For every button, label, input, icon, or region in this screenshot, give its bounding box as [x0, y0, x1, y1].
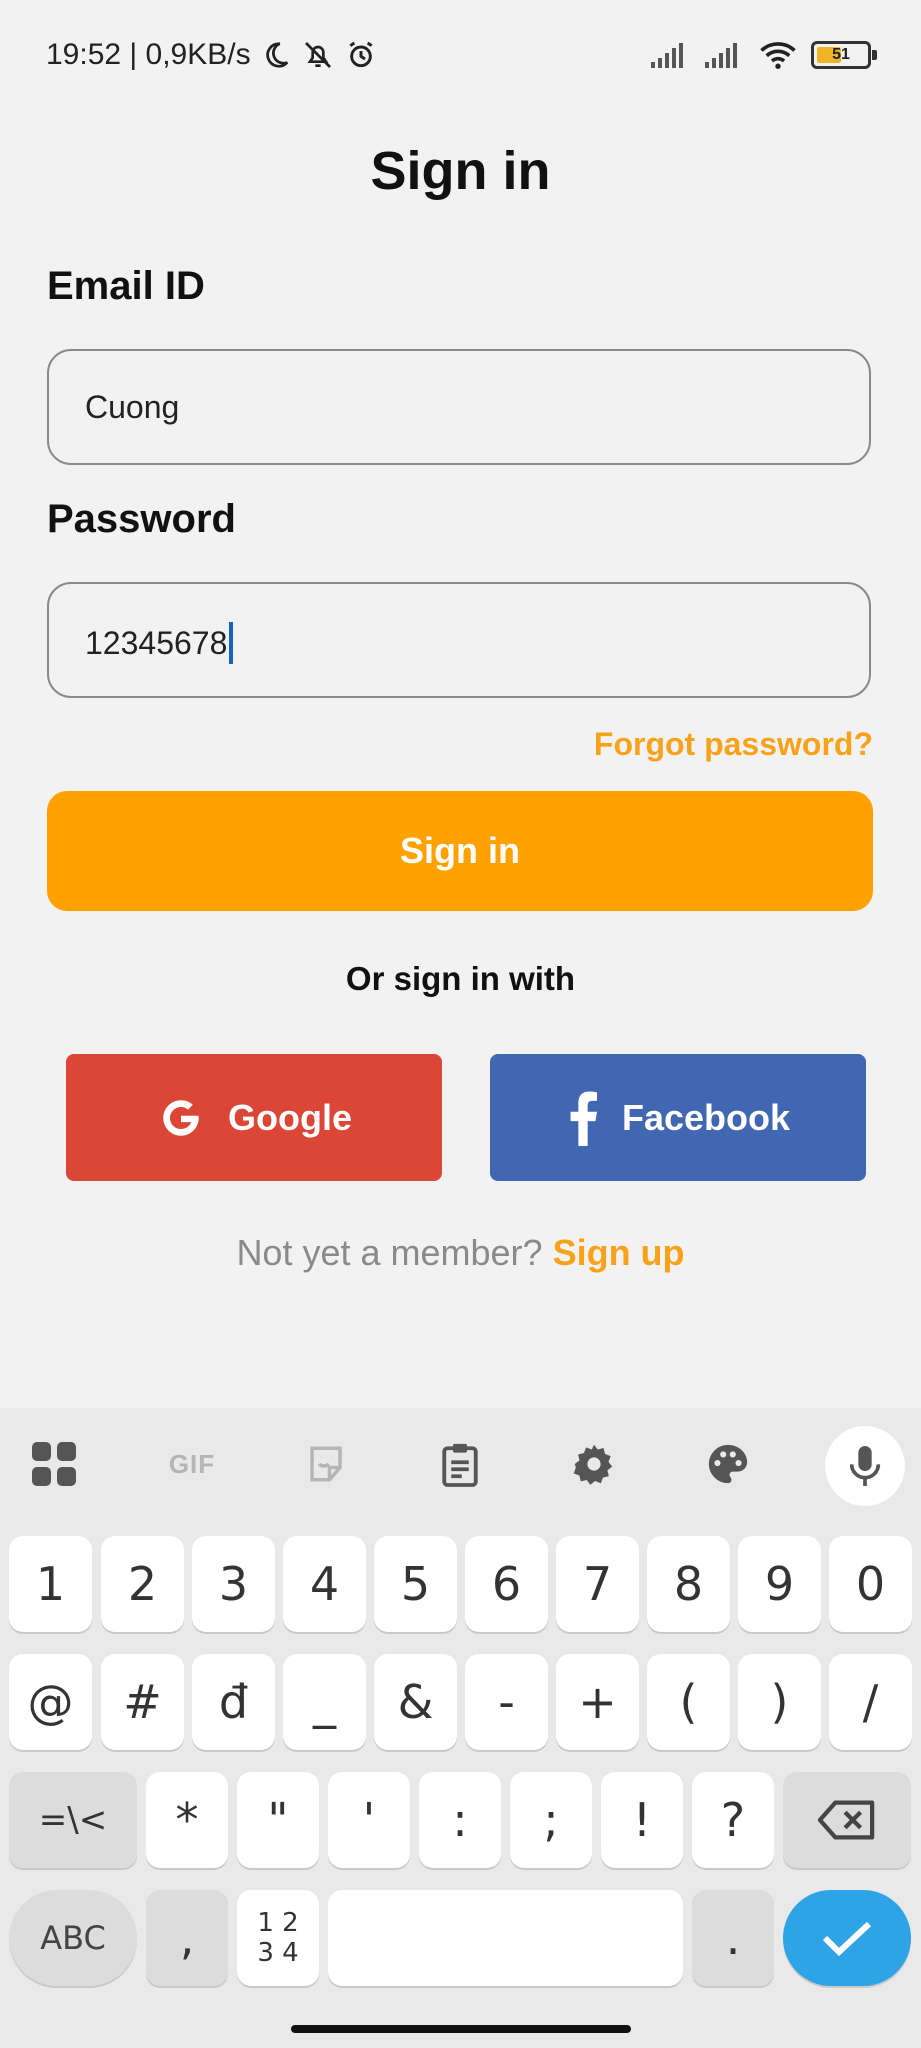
key-at[interactable]: @: [9, 1654, 92, 1750]
signal-icon: [651, 43, 683, 68]
google-sign-in-button[interactable]: Google: [66, 1054, 442, 1181]
key-colon[interactable]: :: [419, 1772, 501, 1868]
wifi-icon: [760, 42, 796, 69]
key-minus[interactable]: -: [465, 1654, 548, 1750]
key-5[interactable]: 5: [374, 1536, 457, 1632]
google-icon: [163, 1099, 199, 1136]
key-question[interactable]: ?: [692, 1772, 774, 1868]
key-0[interactable]: 0: [829, 1536, 912, 1632]
on-screen-keyboard: GIF 1 2 3 4 5 6 7 8 9 0 @ # đ _ & - + (…: [0, 1408, 921, 2048]
key-single-quote[interactable]: ': [328, 1772, 410, 1868]
muted-bell-icon: [304, 42, 331, 68]
battery-icon: 51: [811, 41, 877, 69]
abc-key[interactable]: ABC: [9, 1890, 137, 1986]
key-2[interactable]: 2: [101, 1536, 184, 1632]
space-key[interactable]: [328, 1890, 683, 1986]
key-semicolon[interactable]: ;: [510, 1772, 592, 1868]
or-sign-in-with-label: Or sign in with: [345, 960, 576, 997]
signal-icon: [705, 43, 737, 68]
password-field[interactable]: 12345678: [47, 582, 871, 698]
facebook-icon: [570, 1091, 597, 1146]
key-underscore[interactable]: _: [283, 1654, 366, 1750]
key-more-symbols[interactable]: =\<: [9, 1772, 137, 1868]
backspace-key[interactable]: [783, 1772, 911, 1868]
gif-label: GIF: [168, 1448, 216, 1479]
key-plus[interactable]: +: [556, 1654, 639, 1750]
page-title: Sign in: [370, 141, 551, 201]
key-4[interactable]: 4: [283, 1536, 366, 1632]
not-member-text: Not yet a member?: [236, 1232, 543, 1273]
key-period[interactable]: .: [692, 1890, 774, 1986]
forgot-password-link[interactable]: Forgot password?: [594, 726, 873, 763]
key-6[interactable]: 6: [465, 1536, 548, 1632]
mic-icon[interactable]: [825, 1426, 905, 1506]
google-label: Google: [228, 1096, 352, 1138]
text-caret: [229, 622, 234, 664]
key-asterisk[interactable]: *: [146, 1772, 228, 1868]
backspace-icon: [818, 1800, 875, 1840]
battery-level: 51: [832, 46, 850, 63]
enter-key[interactable]: [783, 1890, 911, 1986]
key-close-paren[interactable]: ): [738, 1654, 821, 1750]
key-slash[interactable]: /: [829, 1654, 912, 1750]
key-d-stroke[interactable]: đ: [192, 1654, 275, 1750]
key-8[interactable]: 8: [647, 1536, 730, 1632]
clipboard-icon[interactable]: [436, 1440, 484, 1488]
key-9[interactable]: 9: [738, 1536, 821, 1632]
key-open-paren[interactable]: (: [647, 1654, 730, 1750]
home-indicator: [291, 2025, 631, 2033]
keyboard-toolbar: GIF: [0, 1408, 921, 1520]
key-hash[interactable]: #: [101, 1654, 184, 1750]
key-comma[interactable]: ,: [146, 1890, 228, 1986]
key-7[interactable]: 7: [556, 1536, 639, 1632]
numpad-key[interactable]: 1 2 3 4: [237, 1890, 319, 1986]
key-1[interactable]: 1: [9, 1536, 92, 1632]
password-label: Password: [47, 497, 236, 541]
status-bar: 19:52 | 0,9KB/s 51: [0, 0, 921, 112]
sticker-icon[interactable]: [302, 1440, 350, 1488]
facebook-label: Facebook: [621, 1096, 791, 1138]
key-double-quote[interactable]: ": [237, 1772, 319, 1868]
moon-icon: [265, 42, 288, 68]
sign-in-button[interactable]: Sign in: [47, 791, 873, 911]
key-ampersand[interactable]: &: [374, 1654, 457, 1750]
settings-icon[interactable]: [570, 1440, 618, 1488]
numpad-top: 1 2: [257, 1908, 299, 1938]
email-value: Cuong: [85, 389, 180, 425]
alarm-icon: [349, 41, 373, 68]
email-field[interactable]: Cuong: [47, 349, 871, 465]
facebook-sign-in-button[interactable]: Facebook: [490, 1054, 866, 1181]
numpad-bottom: 3 4: [257, 1938, 299, 1968]
sign-up-link[interactable]: Sign up: [553, 1232, 685, 1273]
email-label: Email ID: [47, 264, 205, 308]
signup-prompt: Not yet a member? Sign up: [0, 1232, 921, 1274]
apps-icon[interactable]: [30, 1440, 78, 1488]
password-value: 12345678: [85, 624, 228, 661]
gif-icon[interactable]: GIF: [164, 1440, 220, 1488]
time-speed: 19:52 | 0,9KB/s: [46, 38, 251, 71]
key-3[interactable]: 3: [192, 1536, 275, 1632]
checkmark-icon: [822, 1921, 872, 1957]
key-exclamation[interactable]: !: [601, 1772, 683, 1868]
palette-icon[interactable]: [704, 1440, 752, 1488]
